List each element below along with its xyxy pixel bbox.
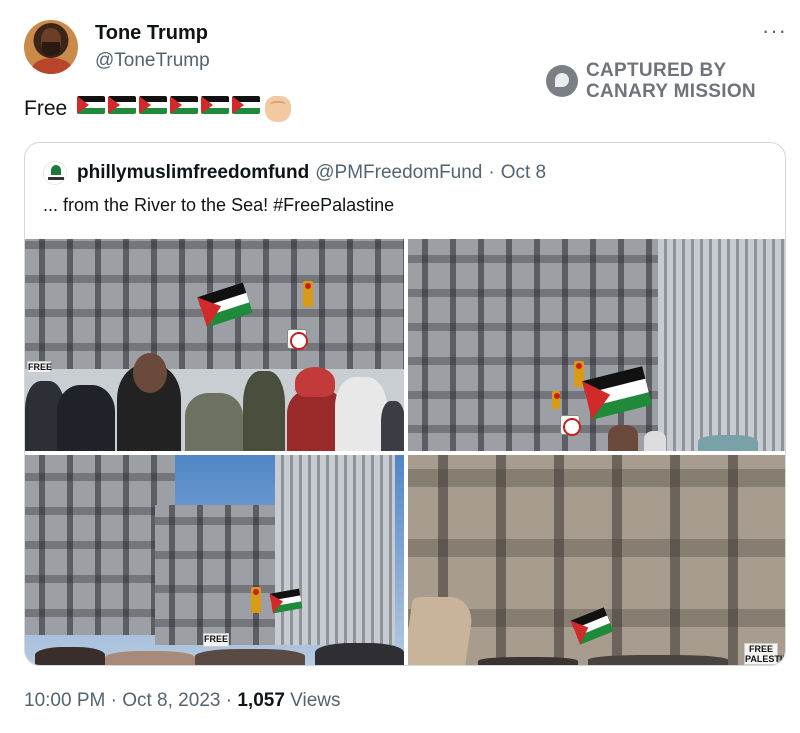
palestine-flag-icon <box>170 96 199 114</box>
protester <box>588 655 728 665</box>
protester <box>644 431 666 451</box>
protester <box>315 643 404 665</box>
canary-mission-watermark: CAPTURED BY CANARY MISSION <box>546 60 756 102</box>
city-hall-building <box>25 455 175 635</box>
protester <box>105 651 195 665</box>
canary-logo-icon <box>546 65 578 97</box>
views-count: 1,057 <box>237 690 285 711</box>
quoted-tweet-text: ... from the River to the Sea! #FreePala… <box>43 195 395 215</box>
crowd <box>25 637 404 665</box>
palestine-flag-icon <box>201 96 230 114</box>
protester <box>57 385 115 451</box>
photo-grid: FREE FREE FREE PALEST <box>25 239 785 665</box>
tweet-timestamp: 10:00 PM · Oct 8, 2023 · 1,057 Views <box>24 690 341 712</box>
crowd <box>25 351 404 451</box>
palestine-flag-icon <box>108 96 137 114</box>
traffic-light <box>251 587 261 613</box>
quoted-tweet-card[interactable]: phillymuslimfreedomfund @PMFreedomFund ·… <box>24 142 786 666</box>
avatar-shirt <box>32 58 72 74</box>
tweet-time[interactable]: 10:00 PM <box>24 690 105 711</box>
protester <box>381 401 404 451</box>
quoted-tweet-header: phillymuslimfreedomfund @PMFreedomFund ·… <box>43 161 546 185</box>
quoted-account-name[interactable]: phillymuslimfreedomfund <box>77 162 309 184</box>
office-tower <box>658 239 785 451</box>
crowd <box>408 421 785 451</box>
protester-keffiyeh <box>335 377 387 451</box>
no-turn-sign <box>287 329 308 350</box>
palestine-flag-icon <box>77 96 106 114</box>
protester-red-hat <box>295 367 335 397</box>
protester <box>243 371 285 451</box>
office-tower <box>275 455 395 645</box>
views-label: Views <box>290 690 341 711</box>
more-options-icon[interactable]: ··· <box>762 18 787 44</box>
tent <box>698 435 758 451</box>
protester <box>195 649 305 665</box>
watermark-line-1: CAPTURED BY <box>586 60 727 81</box>
palestine-flag-icon <box>139 96 168 114</box>
footer-separator: · <box>110 690 117 711</box>
author-display-name[interactable]: Tone Trump <box>95 22 208 45</box>
protester <box>185 393 243 451</box>
quoted-account-avatar[interactable] <box>43 161 67 185</box>
city-hall-building <box>408 239 658 451</box>
author-avatar[interactable] <box>24 20 78 74</box>
protester <box>608 425 638 451</box>
raised-fist-icon <box>265 96 292 122</box>
traffic-light <box>303 281 313 307</box>
tweet-date[interactable]: Oct 8, 2023 <box>122 690 220 711</box>
quoted-account-handle[interactable]: @PMFreedomFund <box>315 162 482 184</box>
protest-photo-2[interactable] <box>408 239 785 451</box>
watermark-text: CAPTURED BY CANARY MISSION <box>586 60 756 102</box>
protester <box>35 647 105 665</box>
quoted-date[interactable]: Oct 8 <box>501 162 546 184</box>
protest-photo-4[interactable]: FREE PALESTINE <box>408 455 785 665</box>
avatar-beard <box>42 42 60 56</box>
footer-separator: · <box>225 690 233 711</box>
tweet-text: Free <box>24 96 292 122</box>
tweet-text-word: Free <box>24 97 68 120</box>
protester <box>478 657 578 665</box>
protest-photo-1[interactable]: FREE <box>25 239 404 451</box>
crowd <box>408 651 785 665</box>
city-hall-wing <box>155 505 275 645</box>
palestine-flag-icon <box>232 96 261 114</box>
quoted-separator: · <box>488 162 495 183</box>
protester-head <box>133 353 167 393</box>
emoji-row <box>77 96 292 122</box>
author-handle[interactable]: @ToneTrump <box>95 50 210 72</box>
watermark-line-2: CANARY MISSION <box>586 81 756 102</box>
protest-photo-3[interactable]: FREE <box>25 455 404 665</box>
traffic-light <box>552 391 560 409</box>
